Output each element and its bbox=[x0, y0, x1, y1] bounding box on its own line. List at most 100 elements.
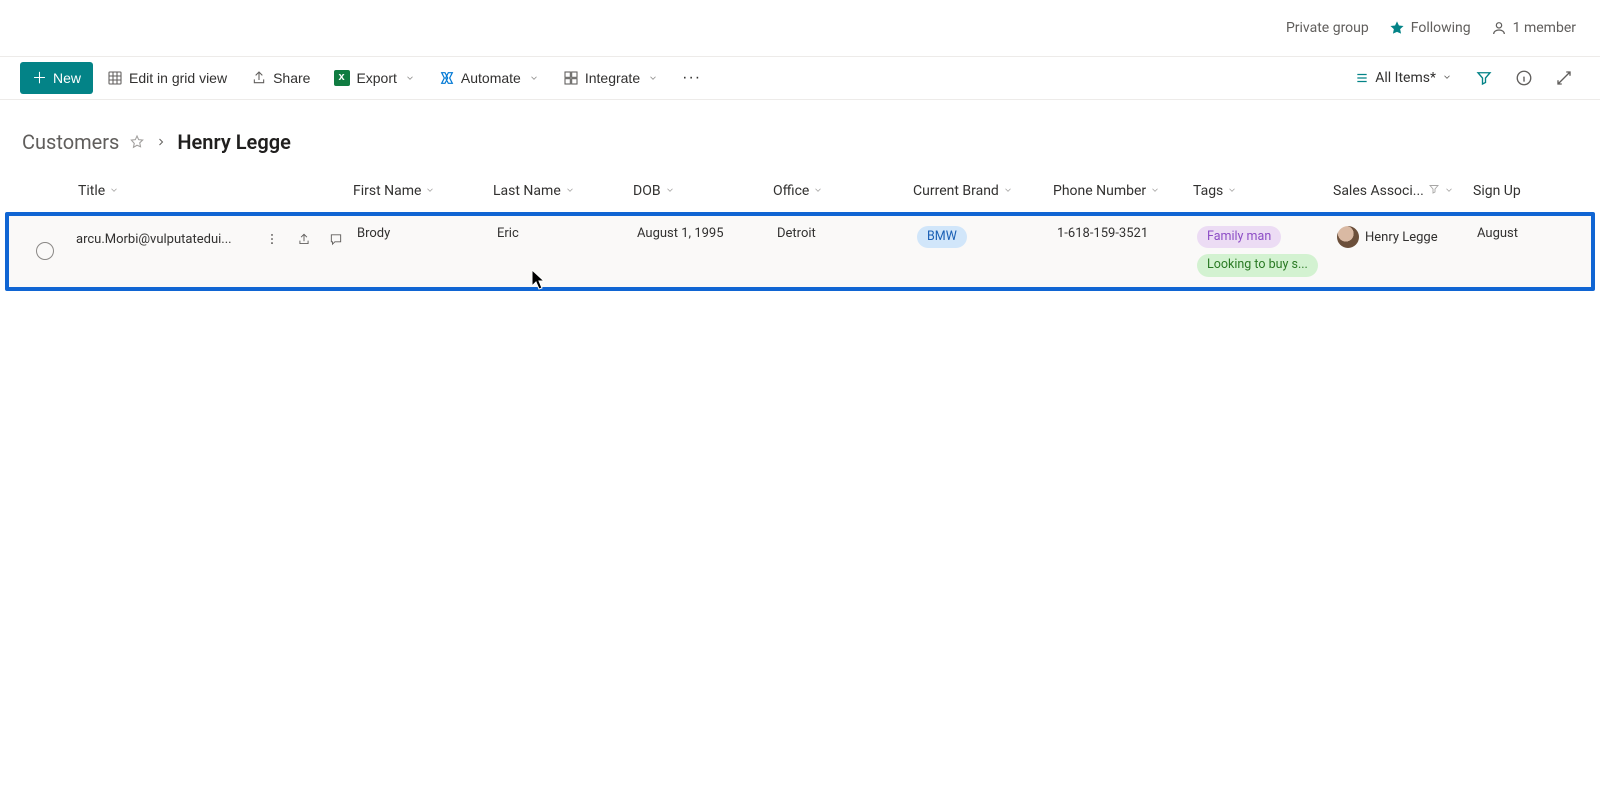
share-button[interactable]: Share bbox=[241, 62, 320, 94]
col-last-name[interactable]: Last Name bbox=[485, 183, 625, 199]
list-body: arcu.Morbi@vulputatedui... Brody Eric Au… bbox=[5, 212, 1595, 291]
integrate-label: Integrate bbox=[585, 70, 640, 86]
expand-button[interactable] bbox=[1548, 62, 1580, 94]
more-commands-button[interactable]: ··· bbox=[672, 62, 711, 94]
cell-title-text: arcu.Morbi@vulputatedui... bbox=[76, 232, 253, 247]
col-dob-label: DOB bbox=[633, 183, 661, 199]
star-filled-icon bbox=[1389, 20, 1405, 36]
avatar bbox=[1337, 226, 1359, 248]
chevron-down-icon bbox=[405, 70, 415, 86]
col-office-label: Office bbox=[773, 183, 809, 199]
flow-icon bbox=[439, 70, 455, 86]
chevron-down-icon bbox=[565, 183, 575, 199]
filter-button[interactable] bbox=[1468, 62, 1500, 94]
integrate-icon bbox=[563, 70, 579, 86]
col-first-name[interactable]: First Name bbox=[345, 183, 485, 199]
automate-button[interactable]: Automate bbox=[429, 62, 549, 94]
breadcrumb-current: Henry Legge bbox=[177, 130, 290, 154]
list-icon bbox=[1355, 71, 1369, 85]
chevron-down-icon bbox=[1444, 183, 1454, 199]
view-name: All Items* bbox=[1375, 70, 1436, 86]
star-outline-icon[interactable] bbox=[129, 134, 145, 150]
excel-icon bbox=[334, 70, 350, 86]
col-tags[interactable]: Tags bbox=[1185, 183, 1325, 199]
cell-current-brand: BMW bbox=[909, 226, 1049, 248]
members-button[interactable]: 1 member bbox=[1491, 20, 1576, 36]
col-dob[interactable]: DOB bbox=[625, 183, 765, 199]
cell-last-name: Eric bbox=[489, 226, 629, 241]
breadcrumb: Customers Henry Legge bbox=[0, 100, 1600, 170]
chevron-down-icon bbox=[813, 183, 823, 199]
tags-stack: Family man Looking to buy s... bbox=[1197, 226, 1318, 277]
chevron-right-icon bbox=[155, 136, 167, 148]
row-select[interactable] bbox=[9, 226, 64, 276]
list-header-row: Title First Name Last Name DOB Office Cu… bbox=[5, 170, 1595, 212]
tag-pill: Looking to buy s... bbox=[1197, 254, 1318, 276]
tag-pill: Family man bbox=[1197, 226, 1281, 248]
following-button[interactable]: Following bbox=[1389, 20, 1471, 36]
integrate-button[interactable]: Integrate bbox=[553, 62, 668, 94]
grid-icon bbox=[107, 70, 123, 86]
chevron-down-icon bbox=[425, 183, 435, 199]
cell-tags: Family man Looking to buy s... bbox=[1189, 226, 1329, 277]
command-bar-left: ＋ New Edit in grid view Share Export bbox=[20, 62, 1343, 94]
command-bar: ＋ New Edit in grid view Share Export bbox=[0, 56, 1600, 100]
col-last-label: Last Name bbox=[493, 183, 561, 199]
plus-icon: ＋ bbox=[32, 71, 47, 86]
edit-grid-label: Edit in grid view bbox=[129, 70, 227, 86]
share-icon bbox=[251, 70, 267, 86]
col-first-label: First Name bbox=[353, 183, 421, 199]
new-label: New bbox=[53, 70, 81, 86]
expand-icon bbox=[1555, 69, 1573, 87]
export-label: Export bbox=[356, 70, 396, 86]
privacy-label: Private group bbox=[1286, 20, 1369, 36]
vertical-ellipsis-icon bbox=[265, 232, 279, 246]
export-button[interactable]: Export bbox=[324, 62, 424, 94]
col-brand-label: Current Brand bbox=[913, 183, 999, 199]
cell-title[interactable]: arcu.Morbi@vulputatedui... bbox=[64, 226, 349, 252]
breadcrumb-root[interactable]: Customers bbox=[22, 130, 119, 154]
cell-first-name: Brody bbox=[349, 226, 489, 241]
assoc-name: Henry Legge bbox=[1365, 230, 1438, 245]
chevron-down-icon bbox=[648, 70, 658, 86]
chevron-down-icon bbox=[1227, 183, 1237, 199]
person-icon bbox=[1491, 20, 1507, 36]
share-label: Share bbox=[273, 70, 310, 86]
brand-pill: BMW bbox=[917, 226, 967, 248]
col-title[interactable]: Title bbox=[60, 183, 345, 199]
view-selector[interactable]: All Items* bbox=[1347, 62, 1460, 94]
share-icon bbox=[297, 232, 311, 247]
col-phone[interactable]: Phone Number bbox=[1045, 183, 1185, 199]
site-info-bar: Private group Following 1 member bbox=[0, 0, 1600, 56]
row-comment-button[interactable] bbox=[323, 226, 349, 252]
chevron-down-icon bbox=[1442, 70, 1452, 86]
cell-sales-associate: Henry Legge bbox=[1329, 226, 1469, 248]
radio-icon bbox=[36, 242, 54, 260]
cell-office: Detroit bbox=[769, 226, 909, 241]
table-row[interactable]: arcu.Morbi@vulputatedui... Brody Eric Au… bbox=[9, 216, 1591, 287]
edit-grid-button[interactable]: Edit in grid view bbox=[97, 62, 237, 94]
cell-sign-up: August bbox=[1469, 226, 1549, 241]
chevron-down-icon bbox=[1150, 183, 1160, 199]
new-button[interactable]: ＋ New bbox=[20, 62, 93, 94]
chevron-down-icon bbox=[109, 183, 119, 199]
comment-icon bbox=[329, 232, 343, 247]
info-icon bbox=[1515, 69, 1533, 87]
row-more-button[interactable] bbox=[259, 226, 285, 252]
info-button[interactable] bbox=[1508, 62, 1540, 94]
col-signup-label: Sign Up bbox=[1473, 183, 1521, 199]
col-title-label: Title bbox=[78, 183, 105, 199]
col-sign-up[interactable]: Sign Up bbox=[1465, 183, 1545, 199]
filter-icon bbox=[1428, 183, 1440, 199]
following-text: Following bbox=[1411, 20, 1471, 36]
list-view: Title First Name Last Name DOB Office Cu… bbox=[0, 170, 1600, 291]
command-bar-right: All Items* bbox=[1347, 62, 1580, 94]
col-sales-associate[interactable]: Sales Associ... bbox=[1325, 183, 1465, 199]
cell-phone: 1-618-159-3521 bbox=[1049, 226, 1189, 241]
chevron-down-icon bbox=[665, 183, 675, 199]
row-share-button[interactable] bbox=[291, 226, 317, 252]
col-current-brand[interactable]: Current Brand bbox=[905, 183, 1045, 199]
privacy-text: Private group bbox=[1286, 20, 1369, 36]
col-office[interactable]: Office bbox=[765, 183, 905, 199]
col-phone-label: Phone Number bbox=[1053, 183, 1146, 199]
